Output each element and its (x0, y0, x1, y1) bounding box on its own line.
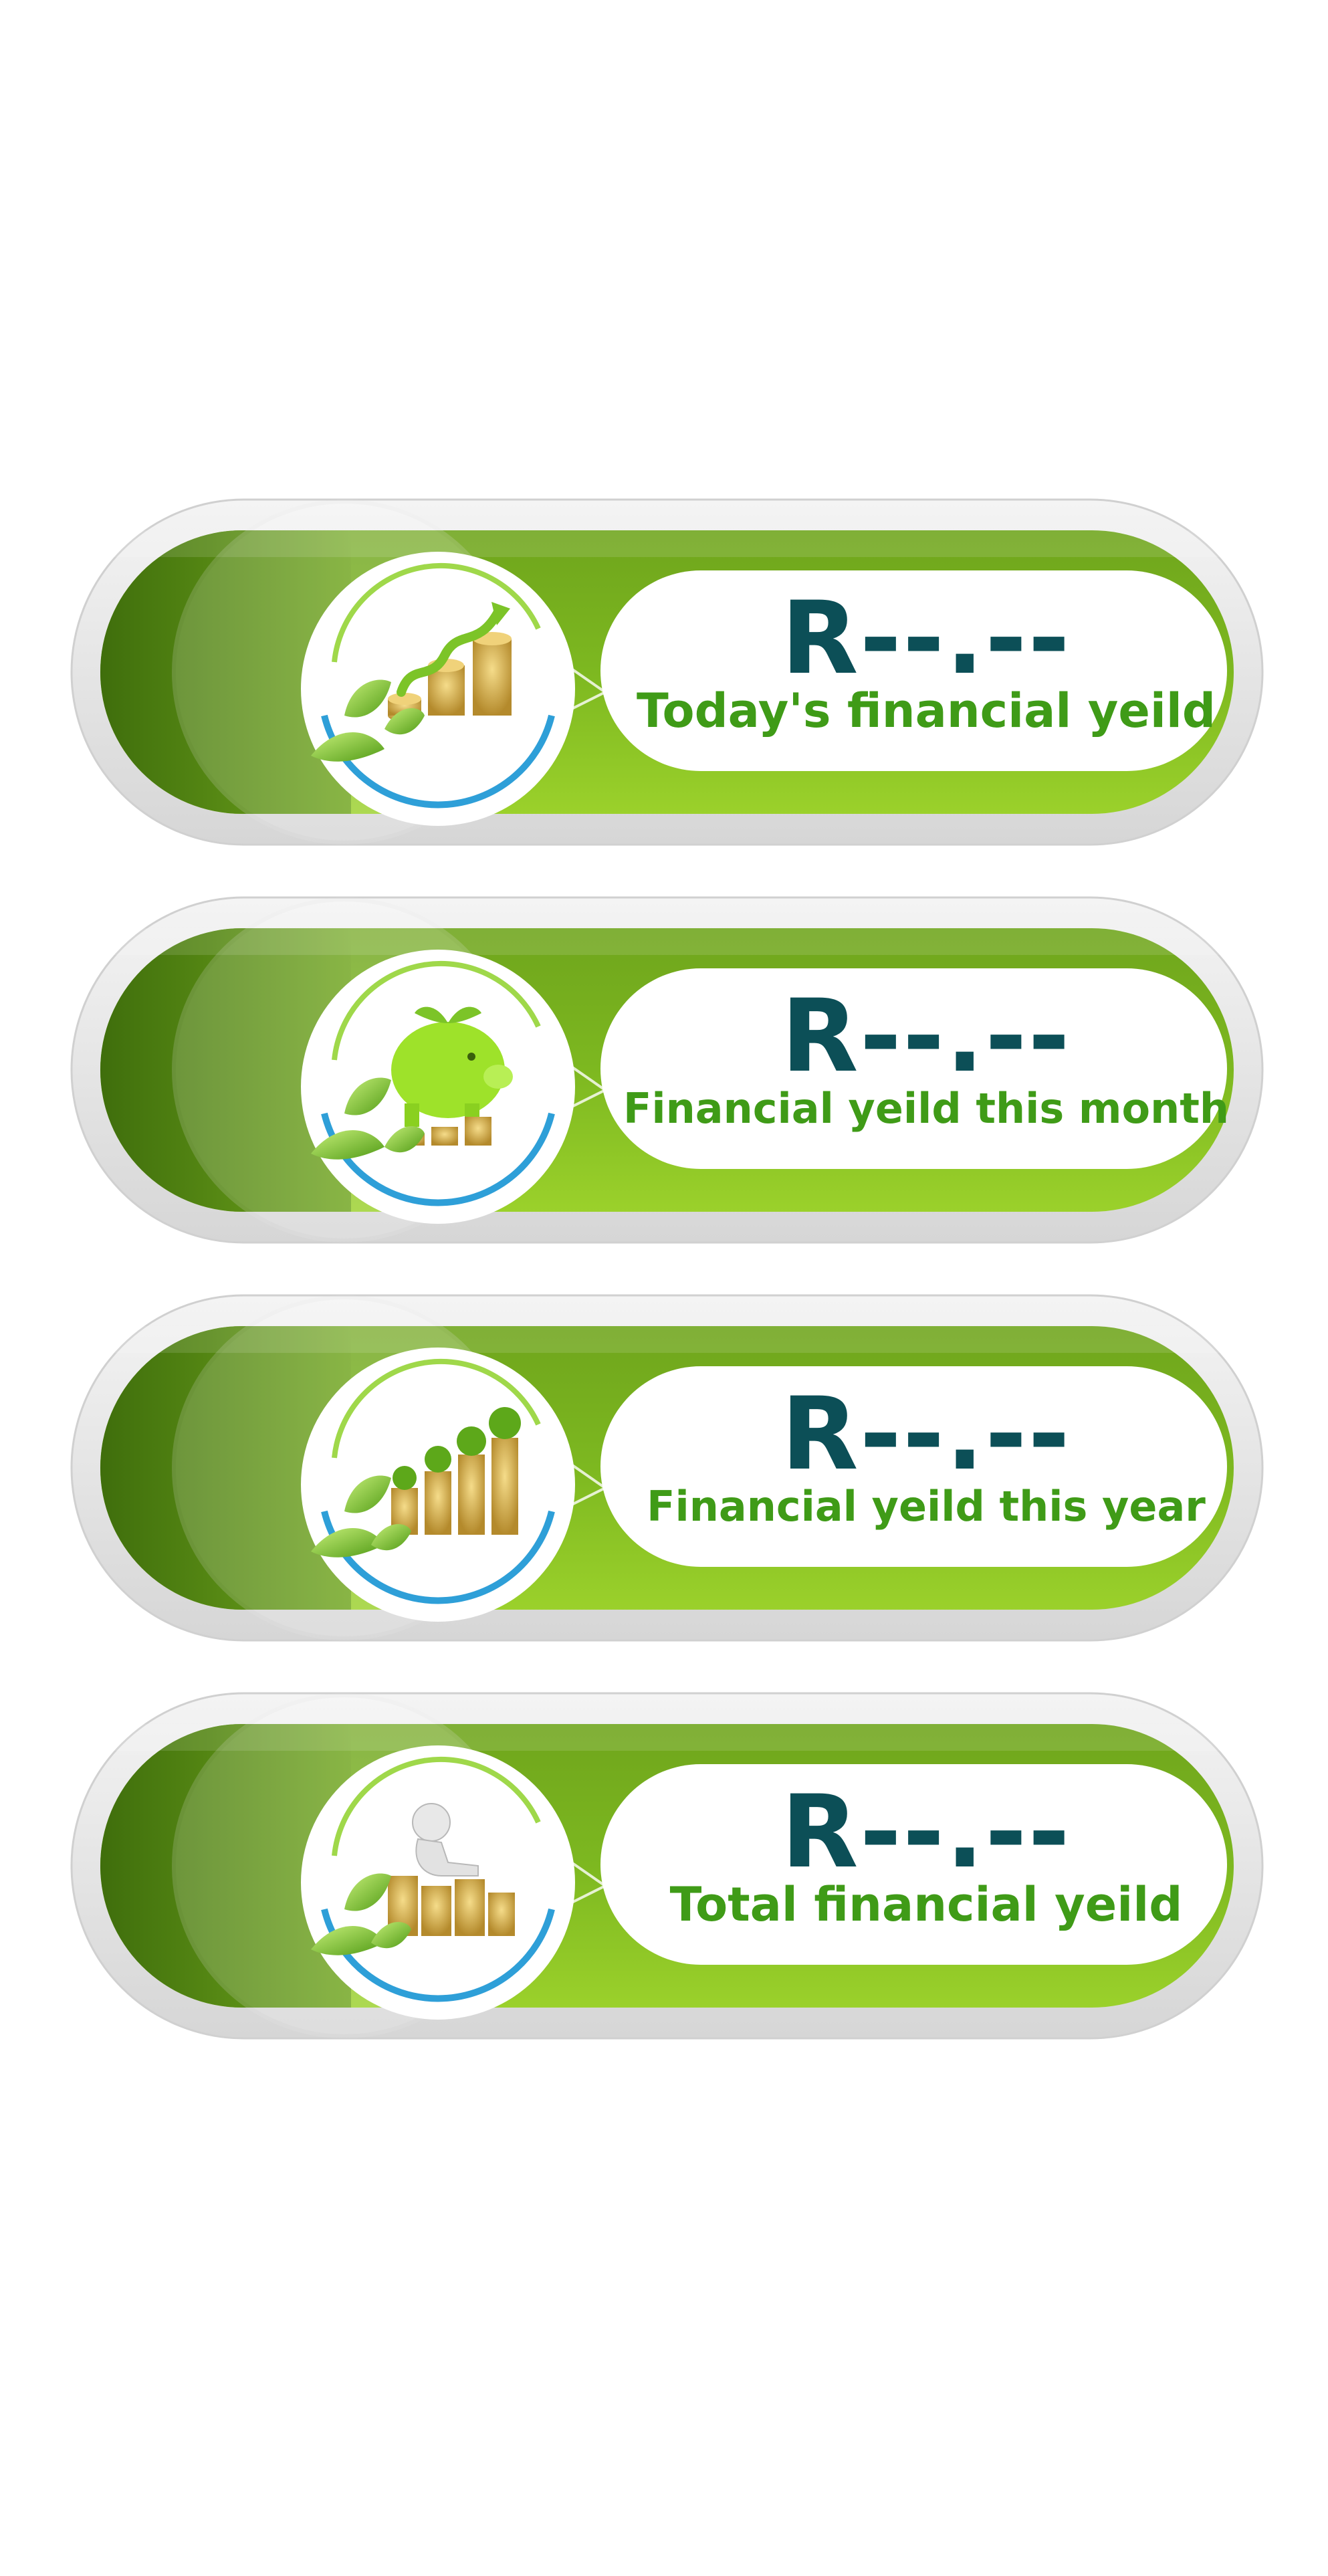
yield-card-year: R--.-- Financial yeild this year (70, 1294, 1264, 1642)
yield-value: R--.-- (781, 1376, 1071, 1493)
yield-card-today: R--.-- Today's financial yeild (70, 498, 1264, 846)
yield-label: Today's financial yeild (637, 683, 1216, 738)
yield-card-total: R--.-- Total financial yeild (70, 1692, 1264, 2040)
yield-label: Financial yeild this year (647, 1482, 1206, 1531)
yield-value: R--.-- (781, 978, 1071, 1095)
yield-value: R--.-- (781, 1774, 1071, 1891)
yield-card-month: R--.-- Financial yeild this month (70, 896, 1264, 1244)
growing-coins-chart-icon (298, 548, 578, 829)
yield-value: R--.-- (781, 580, 1071, 697)
coin-stacks-trees-icon (298, 1344, 578, 1625)
yield-label: Total financial yeild (669, 1877, 1183, 1932)
relaxing-person-coins-icon (298, 1742, 578, 2023)
yield-label: Financial yeild this month (623, 1084, 1229, 1133)
piggy-bank-icon (298, 946, 578, 1227)
